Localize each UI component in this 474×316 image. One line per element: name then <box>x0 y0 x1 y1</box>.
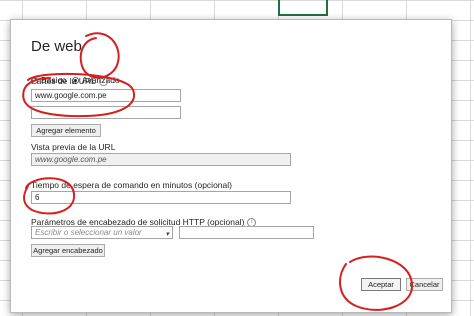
info-icon[interactable]: i <box>98 77 108 87</box>
accept-button[interactable]: Aceptar <box>361 278 401 291</box>
url-parts-label-text: Partes de la URL <box>31 76 96 86</box>
url-parts-label: Partes de la URL i <box>31 76 108 87</box>
header-name-select[interactable]: Escribir o seleccionar un valor ▾ <box>31 226 173 239</box>
dialog-title: De web <box>31 38 82 55</box>
header-select-placeholder: Escribir o seleccionar un valor <box>35 228 142 237</box>
url-preview-field: www.google.com.pe <box>31 153 291 166</box>
timeout-input[interactable]: 6 <box>31 191 291 204</box>
preview-label: Vista previa de la URL <box>31 142 116 152</box>
selected-cell <box>278 0 328 16</box>
from-web-dialog: De web Básico Avanzado Partes de la URL i… <box>10 19 452 313</box>
add-element-button[interactable]: Agregar elemento <box>31 124 101 137</box>
timeout-label: Tiempo de espera de comando en minutos (… <box>31 180 232 190</box>
header-value-input[interactable] <box>179 226 314 239</box>
add-header-button[interactable]: Agregar encabezado <box>31 244 105 257</box>
chevron-down-icon[interactable]: ▾ <box>165 229 169 240</box>
url-part-1-input[interactable]: www.google.com.pe <box>31 89 181 102</box>
url-part-2-input[interactable] <box>31 106 181 119</box>
cancel-button[interactable]: Cancelar <box>406 278 443 291</box>
